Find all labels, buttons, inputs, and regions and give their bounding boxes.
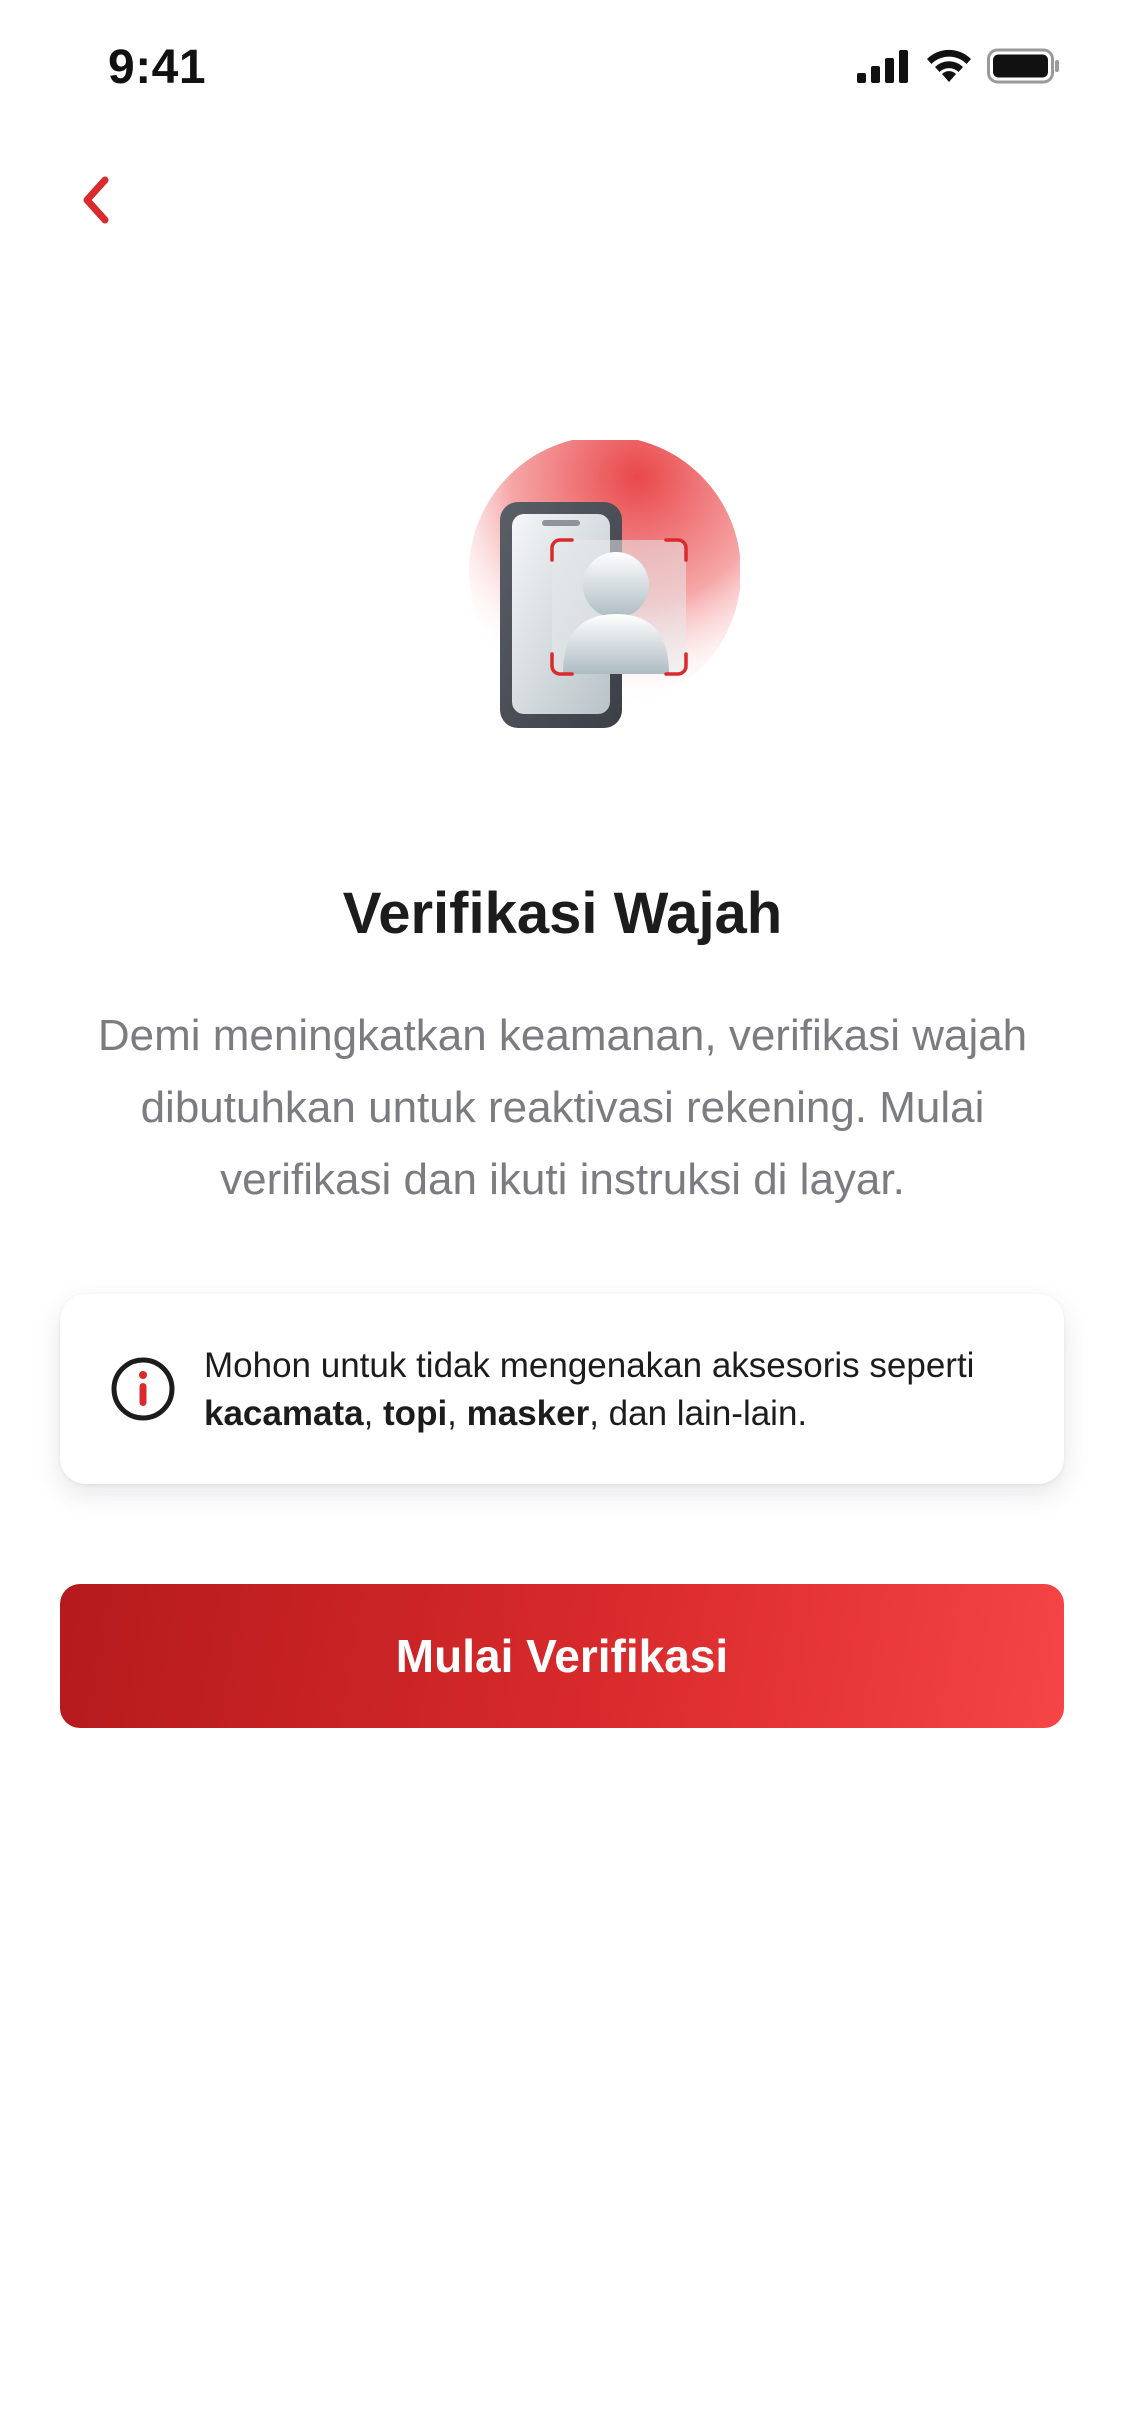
page-title: Verifikasi Wajah bbox=[342, 881, 783, 946]
notice-item-hat: topi bbox=[383, 1394, 448, 1433]
notice-text-prefix: Mohon untuk tidak mengenakan aksesoris s… bbox=[204, 1346, 975, 1385]
accessory-notice-card: Mohon untuk tidak mengenakan aksesoris s… bbox=[60, 1294, 1064, 1484]
face-verification-illustration bbox=[440, 436, 741, 740]
status-icons bbox=[857, 48, 1061, 84]
notice-item-mask: masker bbox=[466, 1394, 590, 1433]
notice-item-glasses: kacamata bbox=[204, 1394, 364, 1433]
start-verification-button[interactable]: Mulai Verifikasi bbox=[60, 1584, 1064, 1728]
signal-icon bbox=[857, 50, 908, 83]
phone-face-scan-icon bbox=[469, 436, 741, 728]
chevron-left-icon bbox=[83, 176, 109, 224]
notice-text-suffix: , dan lain-lain. bbox=[589, 1394, 808, 1433]
page-description: Demi meningkatkan keamanan, verifikasi w… bbox=[97, 1011, 1028, 1204]
info-icon bbox=[111, 1357, 175, 1421]
back-button[interactable] bbox=[66, 170, 126, 230]
notice-separator: , bbox=[363, 1394, 384, 1433]
wifi-icon bbox=[927, 49, 971, 82]
status-time: 9:41 bbox=[108, 41, 207, 94]
battery-icon bbox=[987, 48, 1059, 84]
accessory-notice-text: Mohon untuk tidak mengenakan aksesoris s… bbox=[204, 1342, 1034, 1438]
notice-separator: , bbox=[447, 1394, 467, 1433]
status-bar: 9:41 bbox=[0, 0, 1125, 130]
